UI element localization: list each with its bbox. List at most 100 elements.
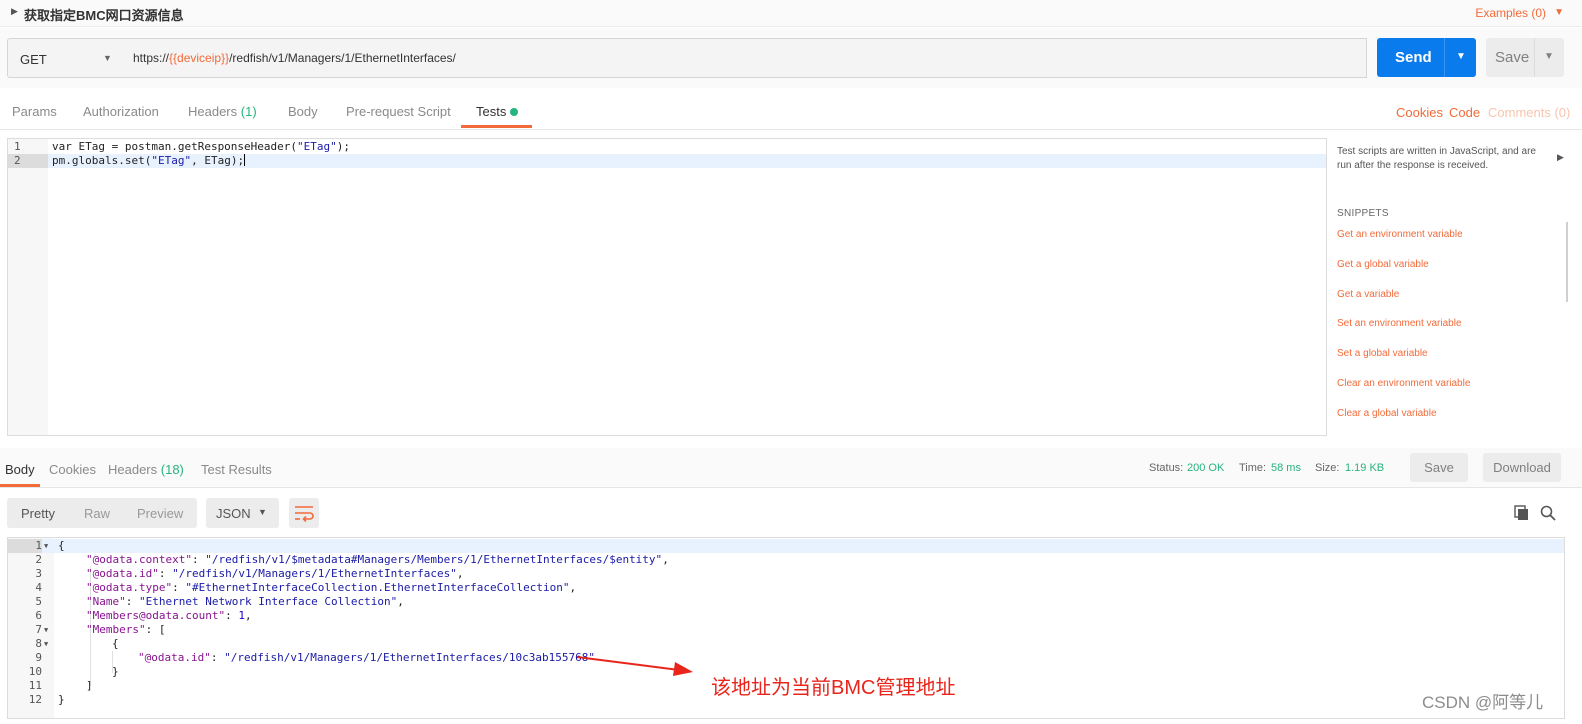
snippet-link[interactable]: Get an environment variable xyxy=(1337,229,1463,240)
response-tab-headers[interactable]: Headers (18) xyxy=(108,462,184,477)
response-line: 4 "@odata.type": "#EthernetInterfaceColl… xyxy=(8,581,1564,595)
view-pretty-button[interactable]: Pretty xyxy=(21,506,55,521)
examples-link[interactable]: Examples (0) xyxy=(1475,6,1546,20)
json-punct: , xyxy=(662,553,669,566)
response-tab-test-results[interactable]: Test Results xyxy=(201,462,272,477)
test-script-editor[interactable]: 1 var ETag = postman.getResponseHeader("… xyxy=(7,138,1327,436)
editor-line: 1 var ETag = postman.getResponseHeader("… xyxy=(8,140,1326,154)
line-code: { xyxy=(112,637,119,651)
line-number: 2 xyxy=(35,553,42,566)
request-tabs: Params Authorization Headers (1) Body Pr… xyxy=(0,94,1582,130)
format-select[interactable]: JSON ▼ xyxy=(206,498,279,528)
method-select[interactable]: GET ▼ xyxy=(7,38,124,78)
json-number: 1 xyxy=(238,609,245,622)
send-divider xyxy=(1444,38,1445,77)
tab-params[interactable]: Params xyxy=(12,104,57,119)
line-code: } xyxy=(58,693,65,707)
json-string: "/redfish/v1/Managers/1/EthernetInterfac… xyxy=(172,567,457,580)
json-punct: } xyxy=(112,665,119,678)
line-number: 11 xyxy=(28,679,42,692)
code-text: ); xyxy=(336,140,351,153)
snippet-link[interactable]: Set a global variable xyxy=(1337,348,1428,359)
json-key: "@odata.id" xyxy=(86,567,159,580)
chevron-down-icon[interactable]: ▼ xyxy=(1554,7,1564,18)
method-value: GET xyxy=(20,52,47,67)
url-value: https://{{deviceip}}/redfish/v1/Managers… xyxy=(133,51,456,65)
annotation-arrow-icon xyxy=(576,656,693,676)
tab-prerequest-script[interactable]: Pre-request Script xyxy=(346,104,451,119)
time-value[interactable]: 58 ms xyxy=(1271,462,1301,474)
code-string: "ETag" xyxy=(151,154,192,167)
annotation-text: 该地址为当前BMC管理地址 xyxy=(711,677,956,699)
send-button[interactable]: Send ▼ xyxy=(1377,38,1476,77)
response-tab-cookies[interactable]: Cookies xyxy=(49,462,96,477)
line-code: pm.globals.set("ETag", ETag); xyxy=(52,154,246,168)
collapse-caret-icon[interactable]: ▶ xyxy=(11,6,18,17)
save-button[interactable]: Save ▼ xyxy=(1486,38,1564,77)
request-name[interactable]: 获取指定BMC网口资源信息 xyxy=(24,5,184,24)
json-key: "@odata.context" xyxy=(86,553,192,566)
line-code: ] xyxy=(86,679,93,693)
text-cursor xyxy=(244,154,246,166)
line-number: 7 xyxy=(35,623,42,636)
send-options-chevron-icon[interactable]: ▼ xyxy=(1456,51,1466,62)
response-line: 2 "@odata.context": "/redfish/v1/$metada… xyxy=(8,553,1564,567)
comments-link[interactable]: Comments (0) xyxy=(1488,105,1570,120)
response-tab-body[interactable]: Body xyxy=(5,462,35,477)
fold-toggle-icon[interactable]: ▼ xyxy=(44,623,48,637)
download-button[interactable]: Download xyxy=(1483,453,1561,482)
url-variable: {{deviceip}} xyxy=(169,51,230,65)
line-code: "Members@odata.count": 1, xyxy=(86,609,252,622)
save-divider xyxy=(1534,38,1535,77)
snippet-link[interactable]: Set an environment variable xyxy=(1337,318,1462,329)
json-string: "#EthernetInterfaceCollection.EthernetIn… xyxy=(185,581,570,594)
chevron-down-icon: ▼ xyxy=(258,507,267,517)
json-punct: , xyxy=(569,581,577,594)
json-punct: [ xyxy=(158,623,166,636)
view-raw-button[interactable]: Raw xyxy=(84,506,110,521)
wrap-lines-button[interactable] xyxy=(289,498,319,528)
save-response-button[interactable]: Save xyxy=(1410,453,1468,482)
snippet-link[interactable]: Get a variable xyxy=(1337,289,1399,300)
cookies-link[interactable]: Cookies xyxy=(1396,105,1443,120)
snippet-link[interactable]: Clear a global variable xyxy=(1337,408,1437,419)
wrap-lines-icon xyxy=(295,506,314,523)
line-number: 6 xyxy=(35,609,42,622)
fold-toggle-icon[interactable]: ▼ xyxy=(44,637,48,651)
url-input[interactable]: https://{{deviceip}}/redfish/v1/Managers… xyxy=(123,38,1367,78)
json-punct: { xyxy=(112,637,119,650)
save-options-chevron-icon[interactable]: ▼ xyxy=(1544,51,1554,62)
line-number: 8 xyxy=(35,637,42,650)
editor-gutter xyxy=(8,139,48,435)
line-number: 1 xyxy=(8,539,42,553)
json-key: "@odata.type" xyxy=(86,581,173,594)
line-number: 12 xyxy=(28,693,42,706)
response-tabs: Body Cookies Headers (18) Test Results S… xyxy=(0,448,1582,488)
json-key: "Name" xyxy=(86,595,126,608)
status-value[interactable]: 200 OK xyxy=(1187,462,1224,474)
view-preview-button[interactable]: Preview xyxy=(137,506,183,521)
line-code: "@odata.id": "/redfish/v1/Managers/1/Eth… xyxy=(86,567,464,580)
json-string: "Ethernet Network Interface Collection" xyxy=(139,595,398,608)
tab-authorization[interactable]: Authorization xyxy=(83,104,159,119)
response-line: 5 "Name": "Ethernet Network Interface Co… xyxy=(8,595,1564,609)
url-prefix: https:// xyxy=(133,51,170,65)
search-icon[interactable] xyxy=(1540,505,1556,521)
response-line: 1 ▼ { xyxy=(8,539,1564,553)
snippet-link[interactable]: Get a global variable xyxy=(1337,259,1429,270)
line-number: 1 xyxy=(14,140,21,153)
code-text: pm.globals.set( xyxy=(52,154,152,167)
tab-body[interactable]: Body xyxy=(288,104,318,119)
tab-tests[interactable]: Tests xyxy=(476,104,506,119)
tab-headers[interactable]: Headers (1) xyxy=(188,104,257,119)
tab-headers-count: (1) xyxy=(240,104,257,119)
line-code: "Name": "Ethernet Network Interface Coll… xyxy=(86,595,404,608)
size-value[interactable]: 1.19 KB xyxy=(1345,462,1384,474)
snippet-link[interactable]: Clear an environment variable xyxy=(1337,378,1470,389)
tab-headers-label: Headers xyxy=(188,104,238,119)
fold-toggle-icon[interactable]: ▼ xyxy=(44,539,48,553)
snippets-scrollbar[interactable] xyxy=(1566,222,1568,302)
collapse-sidebar-arrow-icon[interactable]: ▶ xyxy=(1557,152,1564,163)
code-link[interactable]: Code xyxy=(1449,105,1480,120)
copy-icon[interactable] xyxy=(1514,505,1530,521)
